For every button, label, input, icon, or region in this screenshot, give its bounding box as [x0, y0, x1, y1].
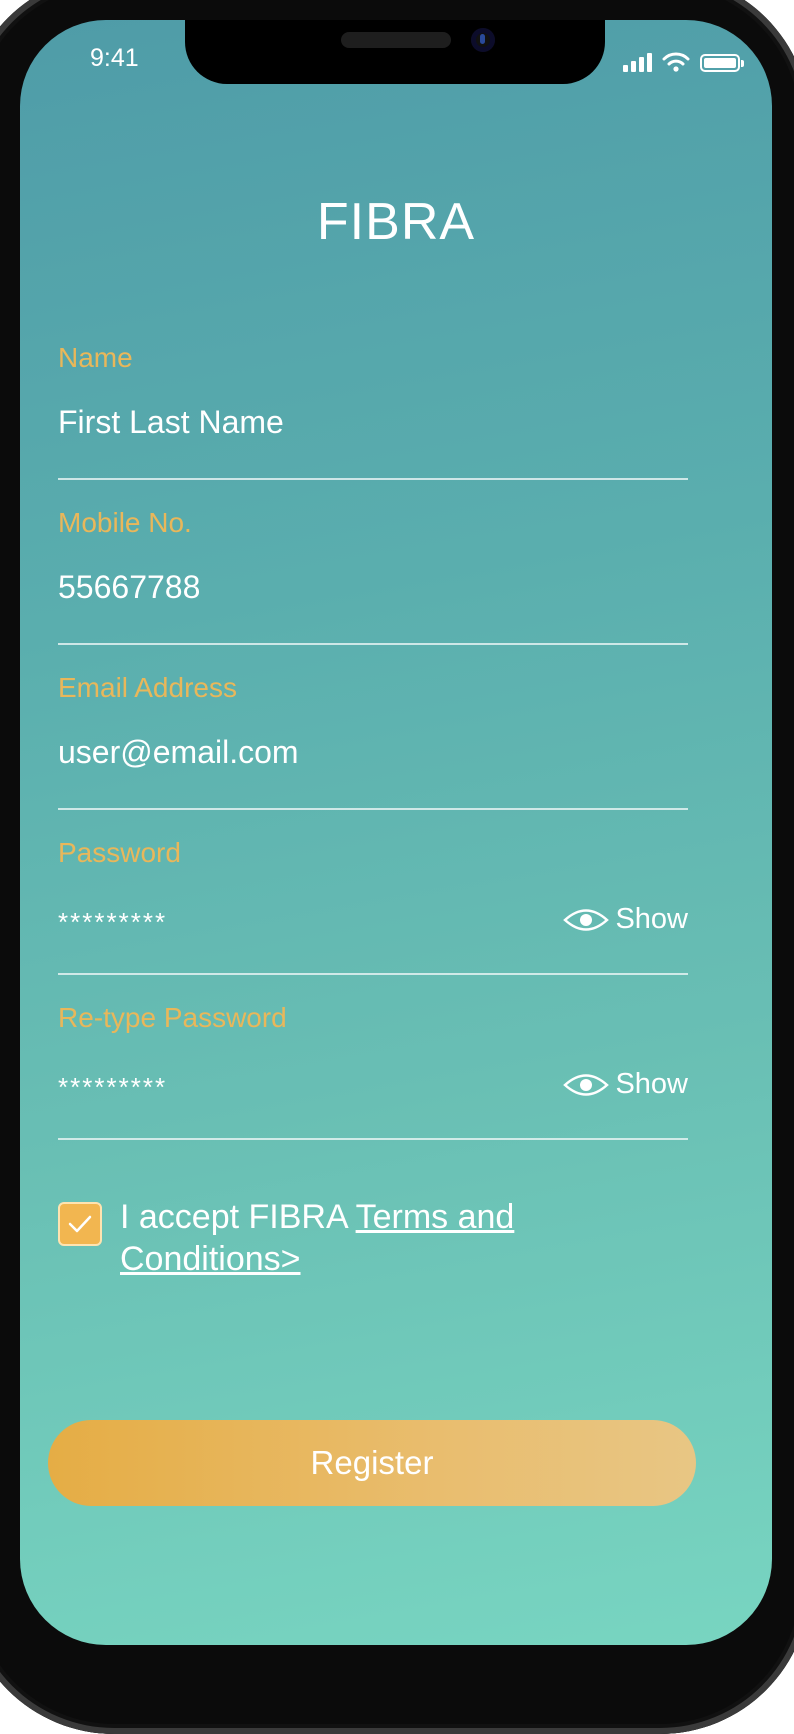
retype-password-field[interactable]: Re-type Password ********* Show [58, 1002, 688, 1140]
terms-prefix: I accept FIBRA [120, 1198, 356, 1236]
mobile-label: Mobile No. [58, 507, 192, 538]
front-camera [471, 28, 495, 52]
email-label: Email Address [58, 672, 237, 703]
retype-password-input[interactable]: ********* [58, 1072, 167, 1103]
terms-text: I accept FIBRA Terms and Conditions> [120, 1196, 514, 1280]
speaker-grille [341, 32, 451, 48]
email-field[interactable]: Email Address user@email.com [58, 672, 688, 810]
email-input[interactable]: user@email.com [58, 734, 299, 771]
mobile-field[interactable]: Mobile No. 55667788 [58, 507, 688, 645]
show-password-label: Show [615, 903, 688, 935]
eye-icon [563, 1073, 610, 1096]
battery-icon [700, 54, 744, 72]
show-retype-password-label: Show [615, 1068, 688, 1100]
name-input[interactable]: First Last Name [58, 404, 284, 441]
register-button[interactable]: Register [48, 1420, 696, 1506]
name-field[interactable]: Name First Last Name [58, 342, 688, 480]
cellular-signal-icon [623, 53, 652, 72]
app-title: FIBRA [316, 193, 476, 251]
password-field[interactable]: Password ********* Show [58, 837, 688, 975]
show-password-toggle[interactable]: Show [563, 903, 688, 936]
conditions-link[interactable]: Conditions> [120, 1240, 301, 1278]
eye-icon [563, 908, 610, 931]
terms-checkbox[interactable] [58, 1202, 102, 1246]
retype-password-label: Re-type Password [58, 1002, 287, 1033]
name-label: Name [58, 342, 133, 373]
checkmark-icon [68, 1215, 92, 1233]
terms-row: I accept FIBRA Terms and Conditions> [58, 1196, 698, 1280]
password-label: Password [58, 837, 181, 868]
wifi-icon [662, 52, 690, 72]
status-icons [623, 52, 744, 72]
mobile-input[interactable]: 55667788 [58, 569, 200, 606]
show-retype-password-toggle[interactable]: Show [563, 1068, 688, 1101]
terms-link[interactable]: Terms and [356, 1198, 515, 1236]
password-input[interactable]: ********* [58, 907, 167, 938]
app-screen: 9:41 FIBRA Name First Last Name Mobile N… [20, 20, 772, 1645]
status-time: 9:41 [90, 44, 139, 72]
device-notch [185, 20, 605, 84]
